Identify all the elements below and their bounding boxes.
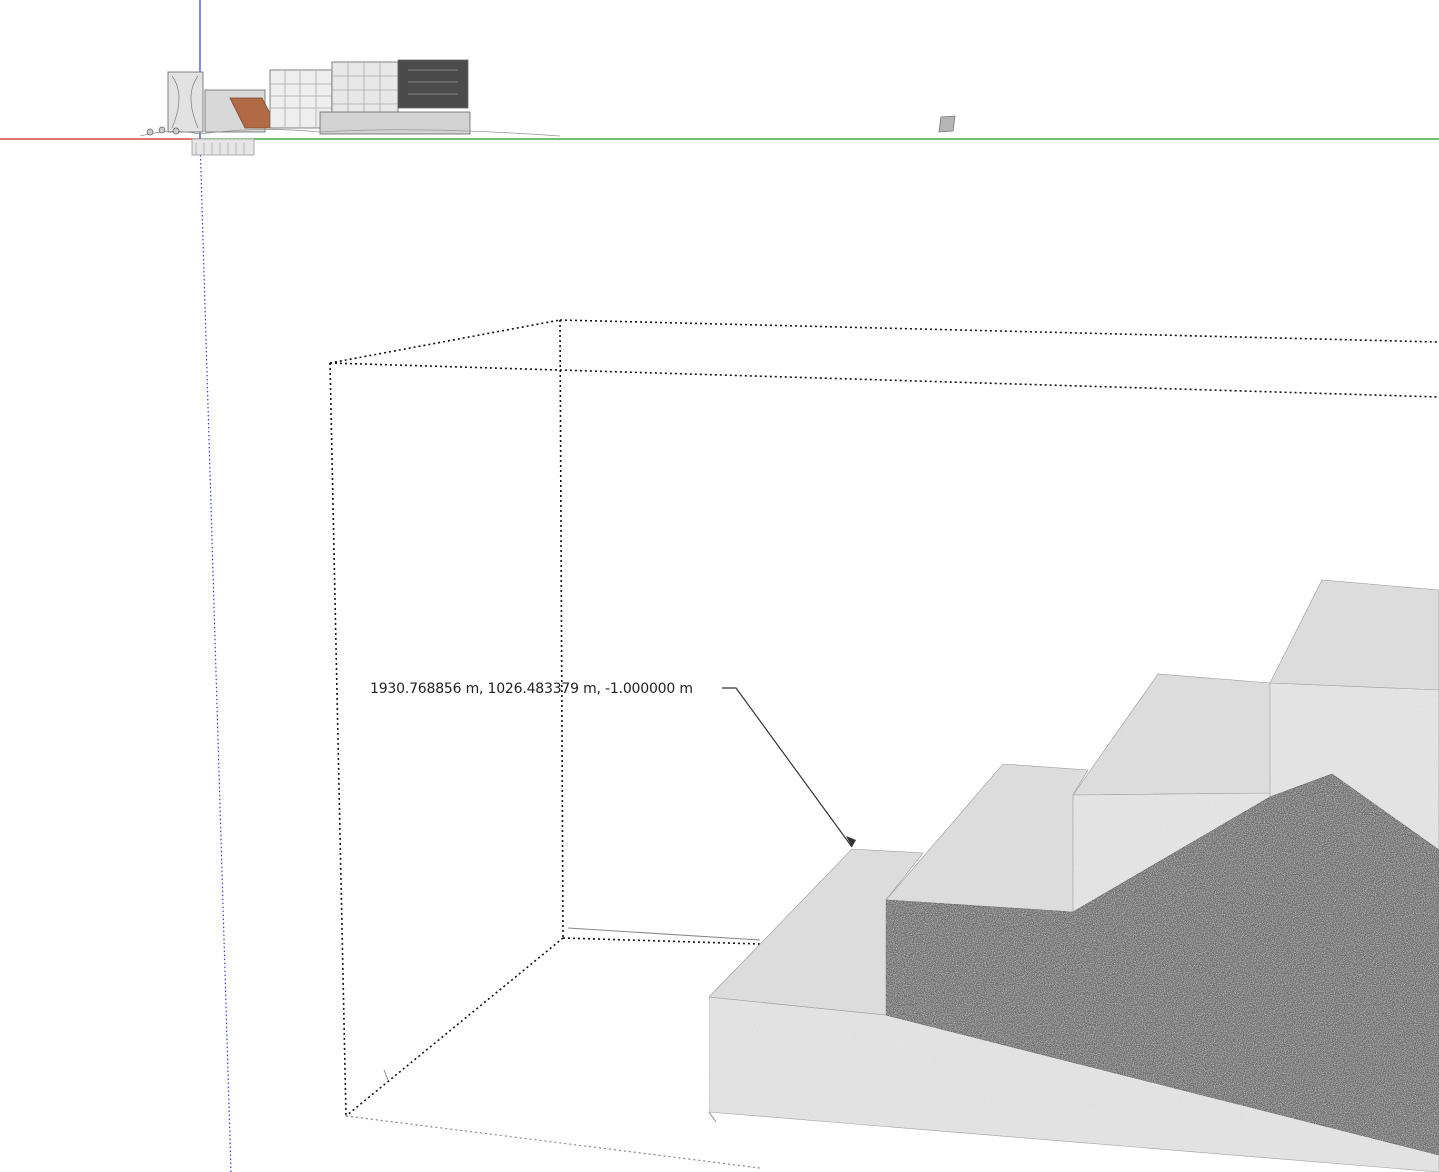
scene-canvas[interactable] bbox=[0, 0, 1439, 1172]
distant-small-object[interactable] bbox=[938, 115, 956, 133]
blue-axis-dotted bbox=[199, 138, 232, 1172]
coordinate-tooltip: 1930.768856 m, 1026.483379 m, -1.000000 … bbox=[370, 681, 693, 697]
stair-tread-3 bbox=[1072, 673, 1271, 796]
leader-arrow-icon bbox=[722, 687, 856, 848]
distant-building-model[interactable] bbox=[139, 59, 561, 156]
model-viewport[interactable]: 1930.768856 m, 1026.483379 m, -1.000000 … bbox=[0, 0, 1439, 1172]
stair-solid[interactable] bbox=[708, 579, 1439, 1172]
stair-tread-2 bbox=[885, 763, 1089, 913]
stair-tread-4 bbox=[1269, 579, 1439, 691]
